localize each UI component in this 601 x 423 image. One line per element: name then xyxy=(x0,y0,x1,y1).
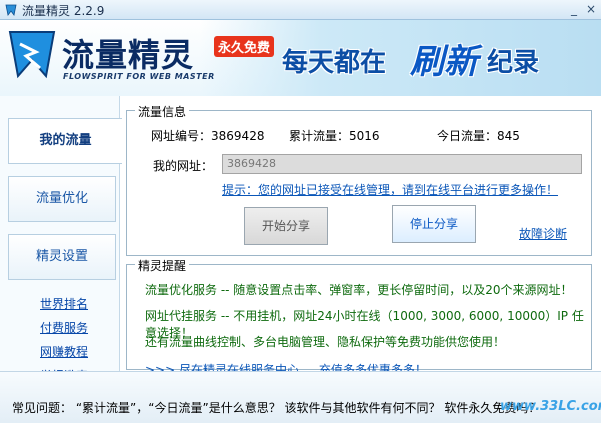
slogan-part-3: 纪录 xyxy=(487,48,540,78)
total-flow-label: 累计流量： xyxy=(289,129,350,143)
reminder-line-optimize: 流量优化服务 -- 随意设置点击率、弹窗率，更长停留时间，以及20个来源网址！ xyxy=(145,283,573,297)
minimize-button[interactable]: _ xyxy=(566,2,582,17)
logo-text: 流量精灵 xyxy=(62,36,195,74)
faq-label: 常见问题： xyxy=(12,401,73,415)
today-flow-label: 今日流量： xyxy=(437,129,498,143)
slogan-part-1: 每天都在 xyxy=(282,48,387,78)
total-flow-value: 5016 xyxy=(349,129,380,143)
reminder-line-features: 还有流量曲线控制、多台电脑管理、隐私保护等免费功能供您使用！ xyxy=(145,335,506,349)
slogan-part-2: 刷新 xyxy=(410,42,478,82)
flow-info-legend: 流量信息 xyxy=(135,103,190,120)
flow-info-group: 流量信息 网址编号：3869428 累计流量：5016 今日流量：845 我的网… xyxy=(126,103,592,256)
link-paid-service[interactable]: 付费服务 xyxy=(40,316,88,340)
diagnose-link[interactable]: 故障诊断 xyxy=(519,225,567,242)
logo-subtitle: FLOWSPIRIT FOR WEB MASTER xyxy=(63,72,215,81)
today-flow-value: 845 xyxy=(497,129,520,143)
watermark: www.33LC.com xyxy=(500,399,601,414)
link-world-rank[interactable]: 世界排名 xyxy=(40,292,88,316)
url-label: 我的网址： xyxy=(153,159,214,173)
free-badge: 永久免费 xyxy=(214,36,275,57)
title-bar: 流量精灵 2.2.9 _ × xyxy=(0,0,601,20)
nav-flow-optimize[interactable]: 流量优化 xyxy=(8,176,116,222)
stop-share-button[interactable]: 停止分享 xyxy=(392,205,476,243)
link-earn-tutorial[interactable]: 网赚教程 xyxy=(40,340,88,364)
app-icon xyxy=(5,4,17,16)
header-banner: 流量精灵 FLOWSPIRIT FOR WEB MASTER 永久免费 每天都在… xyxy=(0,20,601,96)
close-button[interactable]: × xyxy=(583,2,599,17)
reminder-legend: 精灵提醒 xyxy=(135,257,190,274)
nav-my-flow[interactable]: 我的流量 xyxy=(8,118,122,164)
faq-text[interactable]: “累计流量”，“今日流量”是什么意思？ 该软件与其他软件有何不同？ 软件永久免费… xyxy=(76,401,541,415)
nav-settings[interactable]: 精灵设置 xyxy=(8,234,116,280)
faq-row: 常见问题： “累计流量”，“今日流量”是什么意思？ 该软件与其他软件有何不同？ … xyxy=(12,399,540,416)
slogan-background xyxy=(200,20,601,96)
window-title: 流量精灵 2.2.9 xyxy=(22,4,105,18)
today-flow-row: 今日流量：845 xyxy=(437,127,520,144)
tip-link[interactable]: 提示：您的网址已接受在线管理，请到在线平台进行更多操作！ xyxy=(222,181,558,198)
left-nav: 我的流量 流量优化 精灵设置 世界排名 付费服务 网赚教程 举报滥毒 xyxy=(0,96,122,383)
site-id-value: 3869428 xyxy=(211,129,265,143)
site-id-row: 网址编号：3869428 xyxy=(151,127,264,144)
logo-icon xyxy=(8,31,56,79)
start-share-button[interactable]: 开始分享 xyxy=(244,207,328,245)
site-id-label: 网址编号： xyxy=(151,129,212,143)
reminder-group: 精灵提醒 流量优化服务 -- 随意设置点击率、弹窗率，更长停留时间，以及20个来… xyxy=(126,257,592,377)
url-input[interactable]: 3869428 xyxy=(222,154,582,174)
total-flow-row: 累计流量：5016 xyxy=(289,127,380,144)
